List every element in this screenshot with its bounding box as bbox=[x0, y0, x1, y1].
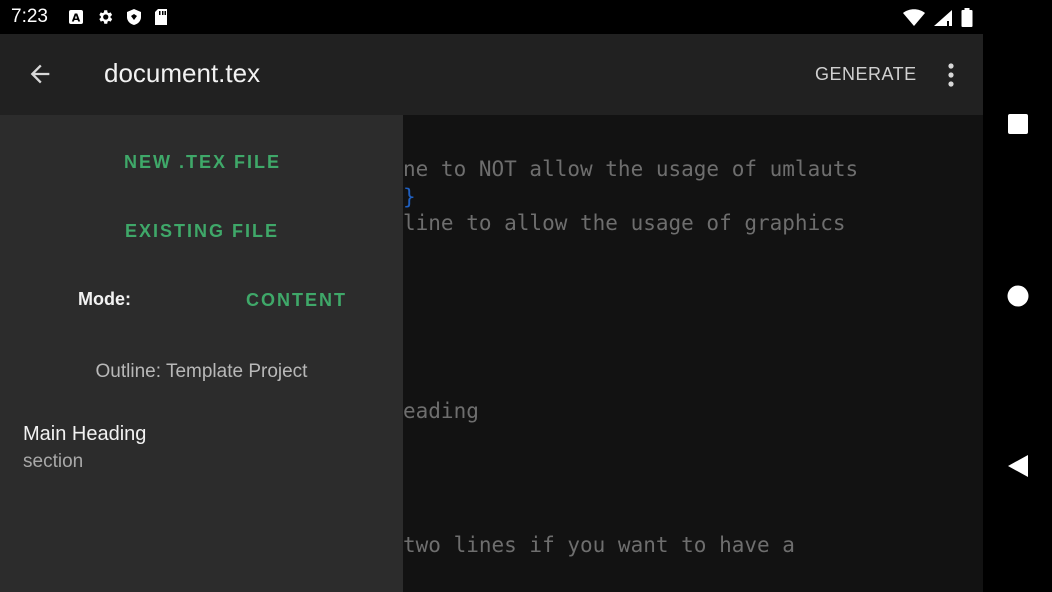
signal-icon bbox=[933, 9, 953, 32]
page-title: document.tex bbox=[104, 58, 261, 88]
overflow-menu-button[interactable] bbox=[940, 61, 962, 89]
recents-button[interactable] bbox=[1003, 109, 1033, 139]
new-tex-file-button[interactable]: NEW .TEX FILE bbox=[124, 152, 281, 173]
recents-icon bbox=[1008, 114, 1028, 134]
home-icon bbox=[1007, 285, 1029, 307]
status-time: 7:23 bbox=[11, 6, 48, 27]
outline-item-type: section bbox=[23, 451, 84, 472]
code-line: line to allow the usage of graphics bbox=[403, 211, 846, 235]
more-vert-icon bbox=[948, 63, 954, 87]
sd-card-icon bbox=[154, 8, 168, 31]
app-bar: document.tex GENERATE bbox=[0, 34, 983, 115]
status-icons-right bbox=[903, 8, 973, 33]
status-bar: 7:23 A bbox=[0, 0, 983, 34]
generate-button[interactable]: GENERATE bbox=[815, 64, 917, 85]
status-icons-left: A bbox=[68, 8, 168, 31]
system-back-button[interactable] bbox=[1003, 451, 1033, 481]
back-button[interactable] bbox=[22, 56, 58, 92]
system-nav-bar bbox=[983, 0, 1052, 592]
font-a-icon: A bbox=[68, 9, 84, 30]
outline-item-title: Main Heading bbox=[23, 423, 147, 445]
back-icon bbox=[1008, 455, 1028, 477]
code-line: two lines if you want to have a bbox=[403, 533, 795, 557]
navigation-drawer: NEW .TEX FILE EXISTING FILE Mode: CONTEN… bbox=[0, 115, 403, 592]
home-button[interactable] bbox=[1003, 281, 1033, 311]
code-line: ne to NOT allow the usage of umlauts bbox=[403, 157, 859, 181]
code-line: } bbox=[403, 185, 416, 209]
arrow-left-icon bbox=[30, 64, 50, 84]
battery-icon bbox=[961, 8, 973, 33]
code-line: eading bbox=[403, 399, 479, 423]
existing-file-button[interactable]: EXISTING FILE bbox=[125, 221, 279, 242]
svg-text:A: A bbox=[72, 12, 81, 25]
shield-icon bbox=[126, 8, 142, 31]
mode-toggle-button[interactable]: CONTENT bbox=[246, 290, 347, 311]
gear-icon bbox=[96, 8, 114, 31]
wifi-icon bbox=[903, 9, 925, 32]
outline-label: Outline: Template Project bbox=[95, 361, 308, 382]
mode-label: Mode: bbox=[78, 289, 131, 309]
